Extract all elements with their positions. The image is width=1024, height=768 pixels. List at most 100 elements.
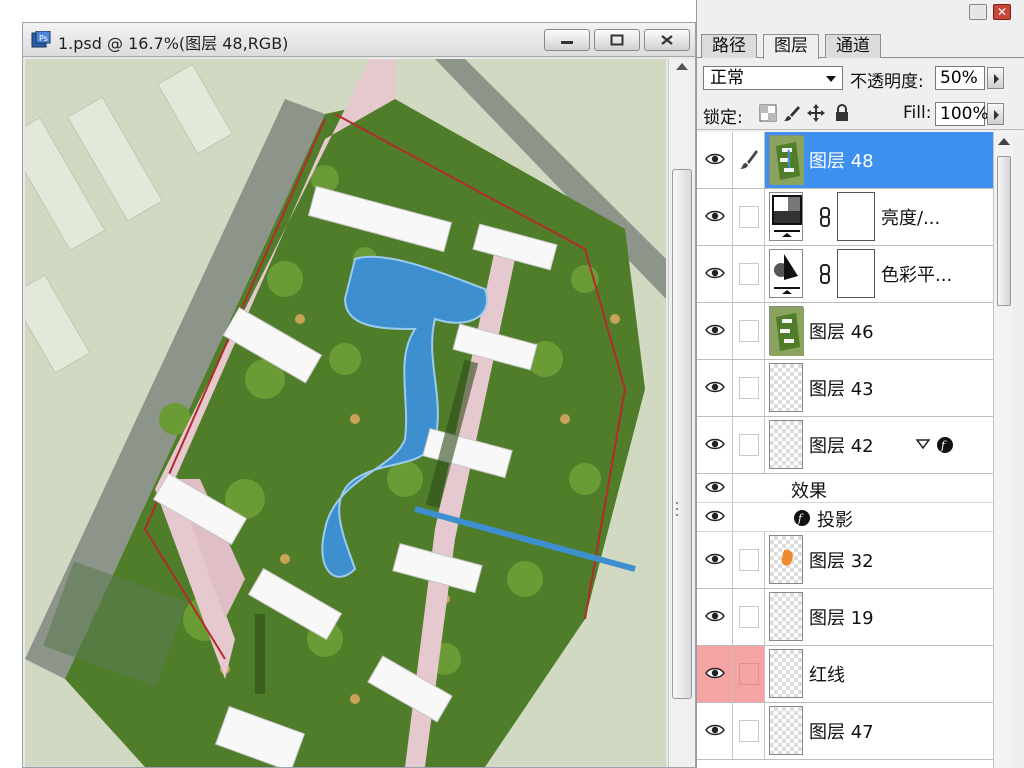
eye-icon: [705, 210, 725, 222]
link-box[interactable]: [739, 606, 759, 628]
layer-name-cell[interactable]: 图层 42 f: [765, 417, 993, 473]
layer-name-cell[interactable]: 亮度/...: [765, 189, 993, 245]
layer-name: 图层 32: [809, 551, 874, 572]
panel-tabs: 路径 图层 通道 »: [697, 32, 1024, 84]
layer-link-cell[interactable]: [733, 589, 765, 645]
layer-link-cell[interactable]: [733, 189, 765, 245]
photoshop-workspace: Ps 1.psd @ 16.7%(图层 48,RGB) ✕ 路径 图层 通道 正…: [0, 0, 1024, 768]
layer-link-cell[interactable]: [733, 246, 765, 302]
tab-layers[interactable]: 图层: [763, 34, 819, 59]
scroll-up-arrow-icon[interactable]: [998, 138, 1010, 145]
layers-scrollbar[interactable]: [993, 132, 1013, 768]
opacity-input[interactable]: 50%: [935, 66, 985, 90]
layer-row[interactable]: 图层 43: [697, 360, 993, 417]
layers-scroll-thumb[interactable]: [997, 156, 1011, 306]
mask-link-chain-icon[interactable]: [818, 264, 832, 284]
visibility-toggle[interactable]: [697, 532, 733, 588]
lock-position-move-icon[interactable]: [807, 104, 825, 122]
eye-icon: [705, 667, 725, 679]
visibility-toggle[interactable]: [697, 246, 733, 302]
layer-thumbnail: [769, 135, 804, 185]
image-canvas[interactable]: [25, 59, 666, 767]
lock-paint-brush-icon[interactable]: [783, 104, 801, 122]
blend-mode-value: 正常: [710, 68, 744, 88]
layer-link-cell[interactable]: [733, 360, 765, 416]
link-box[interactable]: [739, 206, 759, 228]
lock-label: 锁定:: [703, 108, 743, 128]
layer-mask-thumbnail[interactable]: [837, 192, 875, 241]
visibility-toggle[interactable]: [697, 703, 733, 759]
visibility-toggle[interactable]: [697, 646, 733, 702]
maximize-button[interactable]: [594, 29, 640, 51]
layer-link-cell[interactable]: [733, 132, 765, 188]
panel-close-button[interactable]: ✕: [993, 4, 1011, 20]
svg-text:Ps: Ps: [39, 34, 48, 43]
link-box[interactable]: [739, 663, 759, 685]
layer-name-cell[interactable]: 图层 19: [765, 589, 993, 645]
link-box[interactable]: [739, 549, 759, 571]
layer-link-cell[interactable]: [733, 532, 765, 588]
effect-row[interactable]: f 投影: [697, 503, 993, 532]
layer-link-cell[interactable]: [733, 417, 765, 473]
lock-all-icon[interactable]: [833, 104, 851, 122]
layer-link-cell[interactable]: [733, 646, 765, 702]
visibility-toggle[interactable]: [697, 589, 733, 645]
tab-paths[interactable]: 路径: [701, 34, 757, 58]
layer-name-cell[interactable]: 红线: [765, 646, 993, 702]
layer-row[interactable]: 红线: [697, 646, 993, 703]
layer-link-cell[interactable]: [733, 303, 765, 359]
mask-link-chain-icon[interactable]: [818, 207, 832, 227]
minimize-button[interactable]: [544, 29, 590, 51]
eye-icon: [705, 510, 725, 522]
effects-group-row[interactable]: 效果: [697, 474, 993, 503]
link-box[interactable]: [739, 377, 759, 399]
link-box[interactable]: [739, 320, 759, 342]
layer-name-cell[interactable]: 图层 47: [765, 703, 993, 759]
layer-row[interactable]: 图层 19: [697, 589, 993, 646]
visibility-toggle[interactable]: [697, 303, 733, 359]
link-box[interactable]: [739, 720, 759, 742]
blend-mode-select[interactable]: 正常: [703, 66, 843, 90]
layer-mask-thumbnail[interactable]: [837, 249, 875, 298]
layer-row[interactable]: 色彩平...: [697, 246, 993, 303]
layer-name-cell[interactable]: 色彩平...: [765, 246, 993, 302]
tab-channels[interactable]: 通道: [825, 34, 881, 58]
layer-effects-toggle-icon[interactable]: f: [915, 434, 965, 456]
layer-row[interactable]: 图层 46: [697, 303, 993, 360]
resize-grip-icon[interactable]: [674, 500, 684, 520]
layer-name: 图层 46: [809, 322, 874, 343]
layer-name-cell[interactable]: 图层 32: [765, 532, 993, 588]
fill-slider-button[interactable]: [987, 103, 1004, 125]
layer-name: 红线: [809, 665, 845, 686]
opacity-label: 不透明度:: [850, 72, 924, 92]
fill-input[interactable]: 100%: [935, 102, 989, 126]
visibility-toggle[interactable]: [697, 189, 733, 245]
scroll-up-arrow-icon[interactable]: [676, 63, 688, 70]
visibility-toggle[interactable]: [697, 503, 733, 531]
panel-minimize-button[interactable]: [969, 4, 987, 20]
close-icon: ✕: [996, 5, 1008, 19]
visibility-toggle[interactable]: [697, 474, 733, 502]
canvas-scroll-thumb[interactable]: [672, 169, 692, 699]
layer-name-cell[interactable]: 图层 48: [765, 132, 993, 188]
layer-thumbnail: [769, 363, 803, 412]
opacity-slider-button[interactable]: [987, 67, 1004, 89]
visibility-toggle[interactable]: [697, 360, 733, 416]
layer-row[interactable]: 图层 42 f: [697, 417, 993, 474]
eye-icon: [705, 324, 725, 336]
link-box[interactable]: [739, 263, 759, 285]
layer-row[interactable]: 图层 32: [697, 532, 993, 589]
layer-row[interactable]: 图层 47: [697, 703, 993, 760]
layer-link-cell[interactable]: [733, 703, 765, 759]
visibility-toggle[interactable]: [697, 417, 733, 473]
lock-transparency-icon[interactable]: [759, 104, 777, 122]
layer-name-cell[interactable]: 图层 43: [765, 360, 993, 416]
close-button[interactable]: [644, 29, 690, 51]
visibility-toggle[interactable]: [697, 132, 733, 188]
link-box[interactable]: [739, 434, 759, 456]
canvas-vertical-scrollbar[interactable]: [668, 59, 695, 767]
layer-row[interactable]: 亮度/...: [697, 189, 993, 246]
layer-row[interactable]: 图层 48: [697, 132, 993, 189]
document-titlebar[interactable]: Ps 1.psd @ 16.7%(图层 48,RGB): [23, 23, 695, 57]
layer-name-cell[interactable]: 图层 46: [765, 303, 993, 359]
